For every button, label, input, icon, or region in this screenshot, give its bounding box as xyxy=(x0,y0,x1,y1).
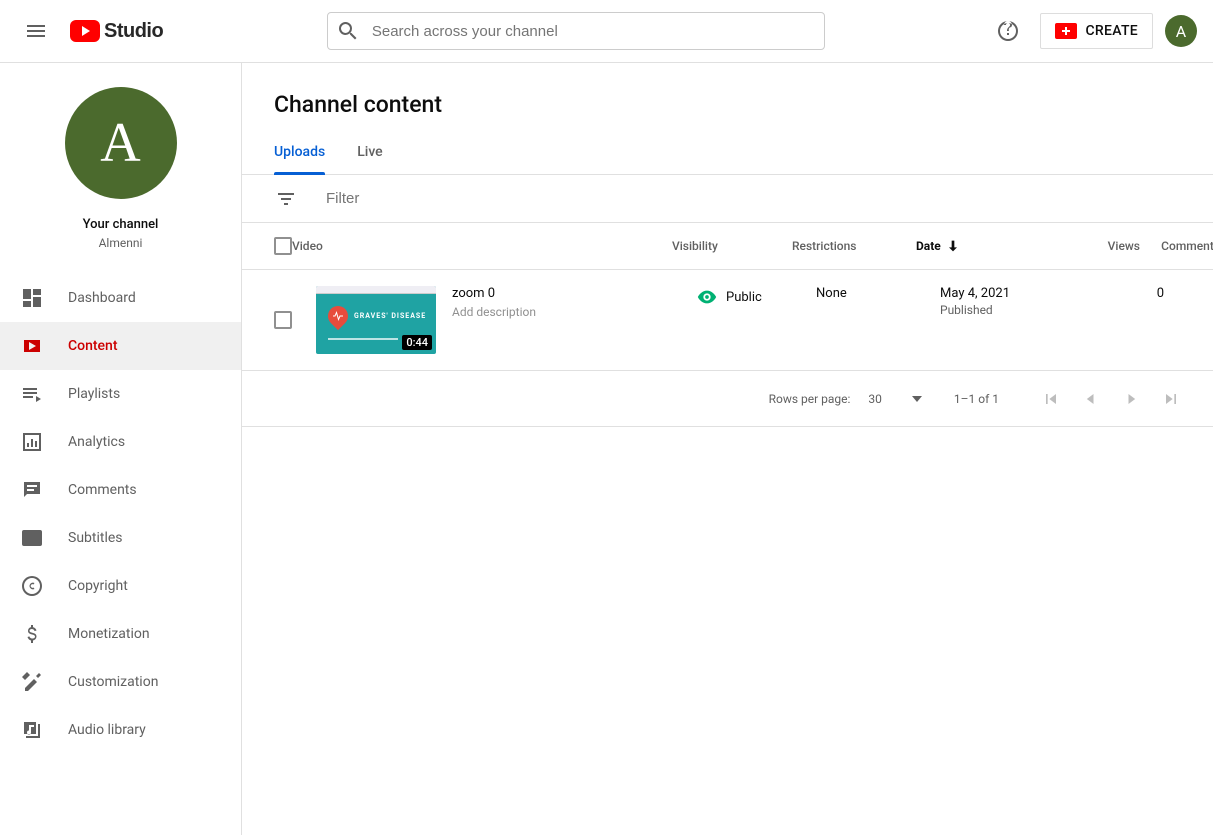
col-visibility: Visibility xyxy=(672,239,792,253)
prev-page-button[interactable] xyxy=(1071,379,1111,419)
visibility-public-icon xyxy=(696,286,718,308)
playlists-icon xyxy=(20,382,44,406)
visibility-value: Public xyxy=(726,290,762,305)
youtube-play-icon xyxy=(70,20,100,42)
select-all-checkbox[interactable] xyxy=(274,237,292,255)
sidebar-item-label: Playlists xyxy=(68,386,120,402)
filter-row xyxy=(242,175,1213,223)
audio-library-icon xyxy=(20,718,44,742)
restrictions-value: None xyxy=(816,286,940,301)
content-tabs: Uploads Live xyxy=(242,130,1213,175)
sidebar-item-analytics[interactable]: Analytics xyxy=(0,418,241,466)
subtitles-icon xyxy=(20,526,44,550)
customization-icon xyxy=(20,670,44,694)
create-plus-icon xyxy=(1055,23,1077,39)
sidebar-item-subtitles[interactable]: Subtitles xyxy=(0,514,241,562)
your-channel-label: Your channel xyxy=(83,217,159,232)
sidebar-item-label: Monetization xyxy=(68,626,150,642)
search-icon xyxy=(336,19,360,43)
tab-uploads[interactable]: Uploads xyxy=(274,130,325,174)
filter-input[interactable] xyxy=(326,190,626,207)
heart-icon xyxy=(324,302,352,330)
col-views: Views xyxy=(1066,239,1140,253)
video-duration: 0:44 xyxy=(402,335,432,350)
comments-icon xyxy=(20,478,44,502)
last-page-button[interactable] xyxy=(1151,379,1191,419)
sidebar-item-label: Customization xyxy=(68,674,158,690)
page-title: Channel content xyxy=(242,63,1213,130)
channel-avatar[interactable]: A xyxy=(65,87,177,199)
dashboard-icon xyxy=(20,286,44,310)
account-avatar[interactable]: A xyxy=(1165,15,1197,47)
search-input[interactable] xyxy=(372,23,816,40)
copyright-icon xyxy=(20,574,44,598)
next-page-button[interactable] xyxy=(1111,379,1151,419)
filter-icon[interactable] xyxy=(274,187,298,211)
sidebar-item-monetization[interactable]: Monetization xyxy=(0,610,241,658)
arrow-down-icon xyxy=(945,238,961,254)
first-page-button[interactable] xyxy=(1031,379,1071,419)
table-header: Video Visibility Restrictions Date Views… xyxy=(242,223,1213,270)
sidebar-item-label: Comments xyxy=(68,482,137,498)
content-icon xyxy=(20,334,44,358)
sidebar-item-label: Audio library xyxy=(68,722,146,738)
sidebar-item-label: Content xyxy=(68,338,118,354)
sidebar-item-label: Analytics xyxy=(68,434,125,450)
logo-text: Studio xyxy=(104,20,163,43)
main-content: Channel content Uploads Live Video Visib… xyxy=(242,63,1213,835)
sidebar-item-copyright[interactable]: Copyright xyxy=(0,562,241,610)
sidebar-nav: Dashboard Content Playlists Analytics Co… xyxy=(0,274,241,754)
rows-per-page-label: Rows per page: xyxy=(769,392,851,406)
sidebar-item-playlists[interactable]: Playlists xyxy=(0,370,241,418)
sidebar-item-label: Dashboard xyxy=(68,290,136,306)
help-button[interactable] xyxy=(988,11,1028,51)
table-row[interactable]: GRAVES' DISEASE 0:44 zoom 0 Add descript… xyxy=(242,270,1213,371)
analytics-icon xyxy=(20,430,44,454)
col-video: Video xyxy=(292,239,672,253)
studio-logo[interactable]: Studio xyxy=(70,20,163,43)
views-value: 0 xyxy=(1090,286,1164,301)
hamburger-icon xyxy=(24,19,48,43)
sidebar-item-customization[interactable]: Customization xyxy=(0,658,241,706)
sidebar-item-audio[interactable]: Audio library xyxy=(0,706,241,754)
monetization-icon xyxy=(20,622,44,646)
pagination-range: 1–1 of 1 xyxy=(954,392,999,406)
sidebar-item-comments[interactable]: Comments xyxy=(0,466,241,514)
pagination: Rows per page: 30 1–1 of 1 xyxy=(242,371,1213,427)
col-date[interactable]: Date xyxy=(916,238,1066,254)
channel-card: A Your channel Almenni xyxy=(0,63,241,268)
date-value: May 4, 2021 xyxy=(940,286,1090,301)
date-status: Published xyxy=(940,303,1090,317)
sidebar-item-dashboard[interactable]: Dashboard xyxy=(0,274,241,322)
row-checkbox[interactable] xyxy=(274,311,292,329)
sidebar-item-content[interactable]: Content xyxy=(0,322,241,370)
rows-per-page-select[interactable]: 30 xyxy=(868,392,922,406)
video-description-placeholder[interactable]: Add description xyxy=(452,305,536,319)
sidebar: A Your channel Almenni Dashboard Content… xyxy=(0,63,242,835)
sidebar-item-label: Subtitles xyxy=(68,530,123,546)
col-comments: Comments xyxy=(1140,239,1213,253)
channel-name: Almenni xyxy=(99,236,143,250)
video-thumbnail[interactable]: GRAVES' DISEASE 0:44 xyxy=(316,286,436,354)
col-restrictions: Restrictions xyxy=(792,239,916,253)
search-container xyxy=(327,12,825,50)
create-button[interactable]: CREATE xyxy=(1040,13,1153,49)
help-icon xyxy=(996,19,1020,43)
sidebar-item-label: Copyright xyxy=(68,578,128,594)
create-label: CREATE xyxy=(1085,23,1138,39)
tab-live[interactable]: Live xyxy=(357,130,382,174)
menu-button[interactable] xyxy=(16,11,56,51)
video-title[interactable]: zoom 0 xyxy=(452,286,536,301)
dropdown-icon xyxy=(912,396,922,402)
